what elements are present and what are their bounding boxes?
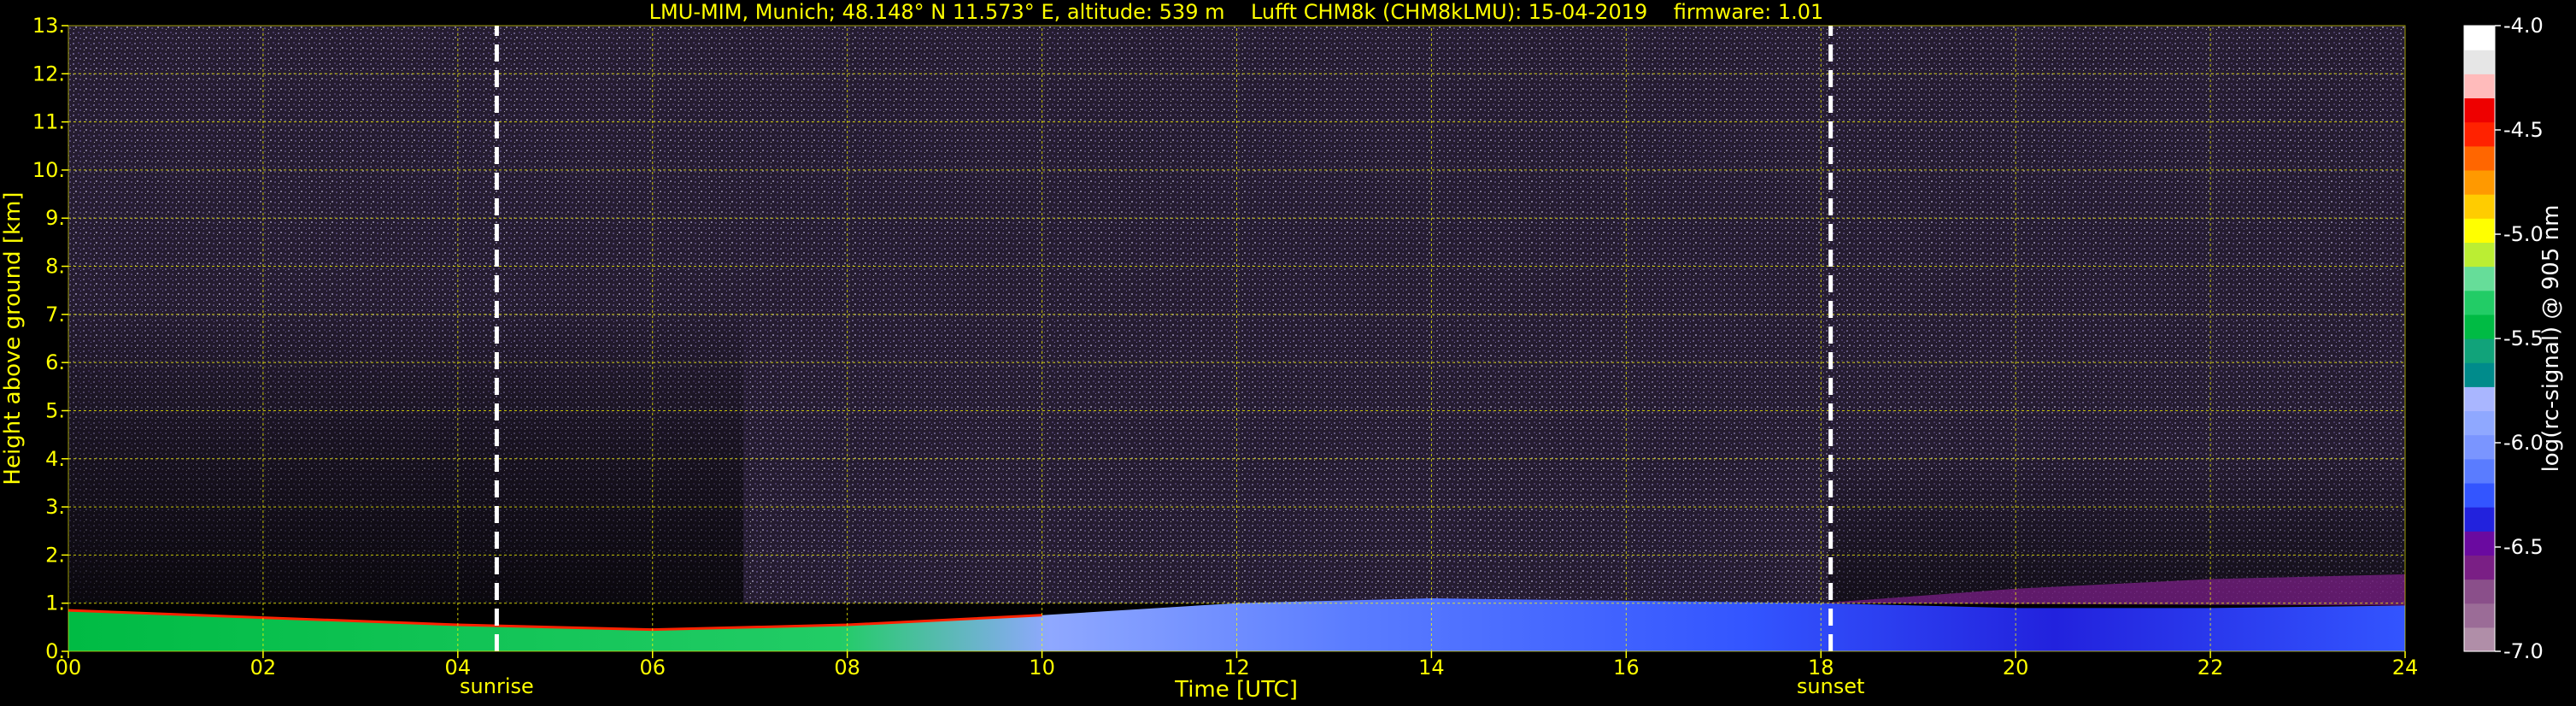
y-ticks: 0.1.2.3.4.5.6.7.8.9.10.11.12.13. xyxy=(32,14,68,663)
y-tick-label: 12. xyxy=(32,62,65,85)
y-tick-label: 4. xyxy=(45,447,65,471)
x-tick-label: 12 xyxy=(1223,656,1250,680)
x-tick-label: 20 xyxy=(2003,656,2029,680)
colorbar-tick-label: -6.0 xyxy=(2503,431,2544,455)
colorbar-tick-label: -4.5 xyxy=(2503,118,2544,142)
y-tick-label: 2. xyxy=(45,543,65,567)
ceilometer-figure: sunrise sunset 0.1.2.3.4.5.6.7.8.9.10.11.… xyxy=(0,0,2564,703)
y-tick-label: 8. xyxy=(45,255,65,279)
colorbar-segment xyxy=(2464,434,2495,460)
x-axis-label: Time [UTC] xyxy=(1174,677,1298,703)
colorbar-segment xyxy=(2464,242,2495,268)
colorbar-segment xyxy=(2464,579,2495,604)
colorbar-segment xyxy=(2464,145,2495,171)
colorbar-tick-label: -7.0 xyxy=(2503,639,2544,663)
x-tick-label: 02 xyxy=(250,656,277,680)
colorbar-tick-label: -5.5 xyxy=(2503,327,2544,350)
colorbar: -4.0 -4.5 -5.0 -5.5 -6.0 -6.5 -7.0 xyxy=(2463,14,2544,663)
y-tick-label: 9. xyxy=(45,206,65,230)
x-tick-label: 06 xyxy=(639,656,666,680)
colorbar-segment xyxy=(2464,169,2495,195)
noise-fade-dawn xyxy=(68,299,743,651)
colorbar-segment xyxy=(2464,603,2495,628)
colorbar-segment xyxy=(2464,410,2495,436)
y-tick-label: 10. xyxy=(32,158,65,182)
y-tick-label: 13. xyxy=(32,14,65,38)
x-tick-label: 04 xyxy=(445,656,472,680)
colorbar-segment xyxy=(2464,121,2495,147)
x-tick-label: 00 xyxy=(56,656,82,680)
x-tick-label: 22 xyxy=(2198,656,2224,680)
colorbar-segment xyxy=(2464,482,2495,508)
colorbar-segment xyxy=(2464,314,2495,339)
x-tick-label: 08 xyxy=(834,656,860,680)
colorbar-segment xyxy=(2464,362,2495,387)
x-tick-label: 10 xyxy=(1029,656,1055,680)
x-tick-label: 14 xyxy=(1418,656,1445,680)
colorbar-label: log(rc-signal) @ 905 nm xyxy=(2538,205,2564,473)
colorbar-segment xyxy=(2464,338,2495,363)
colorbar-segment xyxy=(2464,458,2495,484)
colorbar-segment xyxy=(2464,627,2495,652)
colorbar-segment xyxy=(2464,218,2495,243)
y-tick-label: 11. xyxy=(32,110,65,134)
colorbar-segment xyxy=(2464,507,2495,532)
y-tick-label: 3. xyxy=(45,495,65,519)
colorbar-segment xyxy=(2464,97,2495,123)
x-tick-label: 18 xyxy=(1808,656,1834,680)
x-tick-label: 16 xyxy=(1613,656,1640,680)
y-tick-label: 7. xyxy=(45,303,65,327)
colorbar-segment xyxy=(2464,50,2495,74)
colorbar-tick-label: -6.5 xyxy=(2503,535,2544,559)
colorbar-segment xyxy=(2464,290,2495,315)
chart-title: LMU-MIM, Munich; 48.148° N 11.573° E, al… xyxy=(649,0,1824,24)
y-tick-label: 5. xyxy=(45,398,65,422)
colorbar-segment xyxy=(2464,26,2495,50)
colorbar-segment xyxy=(2464,74,2495,99)
y-axis-label: Height above ground [km] xyxy=(0,191,26,485)
colorbar-segment xyxy=(2464,266,2495,291)
y-tick-label: 1. xyxy=(45,591,65,615)
y-tick-label: 6. xyxy=(45,350,65,374)
colorbar-tick-label: -5.0 xyxy=(2503,222,2544,246)
colorbar-segment xyxy=(2464,386,2495,412)
colorbar-tick-label: -4.0 xyxy=(2503,14,2544,38)
colorbar-segment xyxy=(2464,194,2495,219)
colorbar-segment xyxy=(2464,555,2495,580)
x-ticks: 00 02 04 06 08 10 12 14 16 18 20 22 24 xyxy=(56,651,2419,680)
x-tick-label: 24 xyxy=(2392,656,2419,680)
colorbar-segment xyxy=(2464,531,2495,556)
